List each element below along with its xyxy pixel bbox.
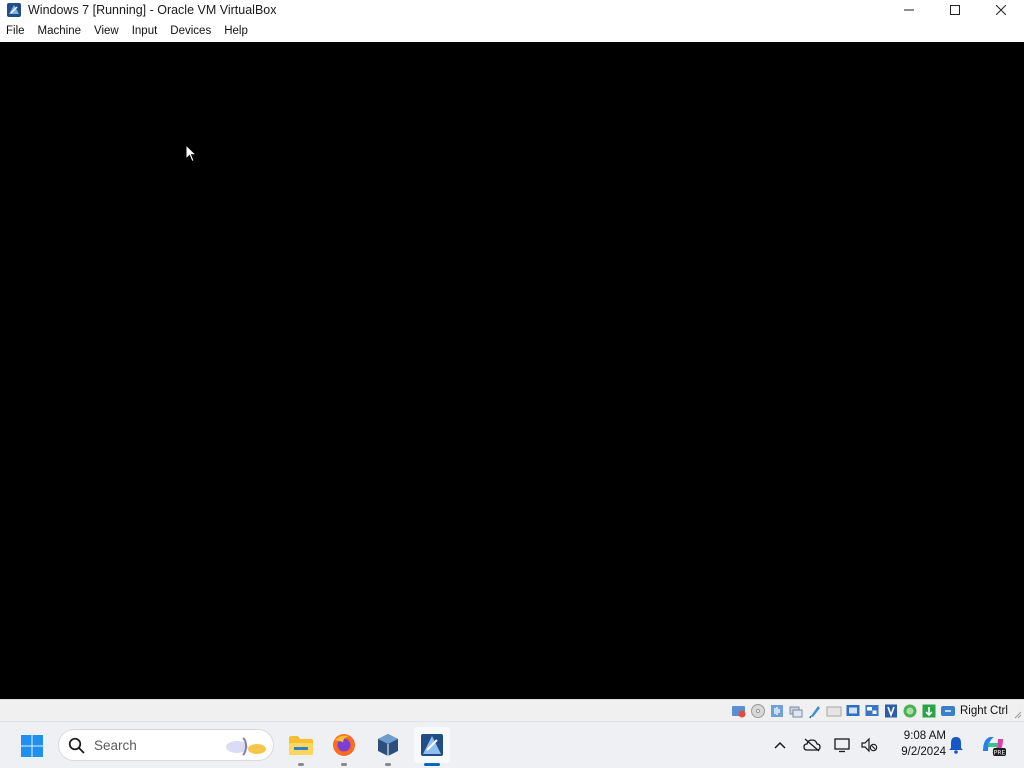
- show-hidden-icons-button[interactable]: [770, 735, 790, 755]
- clock-time: 9:08 AM: [903, 730, 946, 742]
- status-icons: [731, 703, 956, 719]
- svg-text:PRE: PRE: [994, 750, 1006, 757]
- windows7-vm-icon: [421, 734, 443, 756]
- shared-folders-icon[interactable]: [826, 703, 842, 719]
- virtualbox-icon: [7, 3, 21, 17]
- onedrive-icon: [803, 738, 821, 752]
- notifications-button[interactable]: [946, 735, 966, 755]
- app-active-indicator: [424, 763, 440, 766]
- keyboard-icon[interactable]: [940, 703, 956, 719]
- clock-date: 9/2/2024: [901, 746, 946, 758]
- minimize-button[interactable]: [886, 0, 932, 20]
- onedrive-button[interactable]: [802, 735, 822, 755]
- start-button[interactable]: [14, 728, 50, 764]
- chevron-up-icon: [774, 741, 786, 749]
- menu-view[interactable]: View: [88, 20, 126, 42]
- display-icon[interactable]: [845, 703, 861, 719]
- firefox-button[interactable]: [326, 727, 362, 766]
- mouse-integration-icon[interactable]: [883, 703, 899, 719]
- search-placeholder: Search: [94, 738, 137, 753]
- virtualbox-cube-icon: [378, 734, 398, 756]
- close-icon: [996, 5, 1006, 15]
- vm-display[interactable]: [0, 42, 1024, 699]
- cpu-icon[interactable]: [902, 703, 918, 719]
- copilot-icon: PRE: [983, 737, 1006, 757]
- network-icon[interactable]: [788, 703, 804, 719]
- maximize-icon: [950, 5, 960, 15]
- windows-taskbar: Search 9:08 AM 9/2/2024 PRE: [0, 721, 1024, 768]
- display-icon: [834, 738, 850, 753]
- notification-bell-icon: [949, 737, 963, 754]
- virtualbox-manager-button[interactable]: [370, 727, 406, 766]
- audio-icon[interactable]: [769, 703, 785, 719]
- copilot-button[interactable]: PRE: [980, 732, 1006, 758]
- search-icon: [68, 737, 85, 754]
- menu-help[interactable]: Help: [218, 20, 255, 42]
- hard-disk-icon[interactable]: [731, 703, 747, 719]
- menu-bar: File Machine View Input Devices Help: [0, 20, 1024, 42]
- search-highlight-icon: [226, 737, 266, 756]
- virtualbox-vm-button[interactable]: [414, 727, 450, 766]
- taskbar-clock[interactable]: 9:08 AM 9/2/2024: [888, 728, 946, 760]
- app-running-indicator: [341, 763, 347, 766]
- video-capture-icon[interactable]: [864, 703, 880, 719]
- firefox-icon: [333, 734, 355, 756]
- menu-input[interactable]: Input: [126, 20, 165, 42]
- vm-status-bar: Right Ctrl: [0, 699, 1024, 721]
- window-controls: [886, 0, 1024, 20]
- volume-muted-icon: [861, 737, 878, 753]
- window-title: Windows 7 [Running] - Oracle VM VirtualB…: [28, 3, 277, 17]
- menu-file[interactable]: File: [0, 20, 32, 42]
- app-running-indicator: [385, 763, 391, 766]
- maximize-button[interactable]: [932, 0, 978, 20]
- windows-logo-icon: [21, 735, 43, 757]
- host-key-label[interactable]: Right Ctrl: [960, 700, 1008, 722]
- network-status-button[interactable]: [833, 735, 853, 755]
- menu-devices[interactable]: Devices: [164, 20, 218, 42]
- folder-icon: [289, 736, 313, 755]
- volume-button[interactable]: [859, 735, 879, 755]
- arrow-icon[interactable]: [921, 703, 937, 719]
- app-running-indicator: [298, 763, 304, 766]
- resize-grip-icon[interactable]: [1014, 711, 1022, 719]
- mouse-pointer-icon: [185, 144, 197, 163]
- menu-machine[interactable]: Machine: [32, 20, 88, 42]
- taskbar-search[interactable]: Search: [58, 729, 274, 761]
- close-button[interactable]: [978, 0, 1024, 20]
- file-explorer-button[interactable]: [283, 727, 319, 766]
- optical-drive-icon[interactable]: [750, 703, 766, 719]
- title-bar[interactable]: Windows 7 [Running] - Oracle VM VirtualB…: [0, 0, 1024, 20]
- usb-icon[interactable]: [807, 703, 823, 719]
- minimize-icon: [904, 9, 914, 11]
